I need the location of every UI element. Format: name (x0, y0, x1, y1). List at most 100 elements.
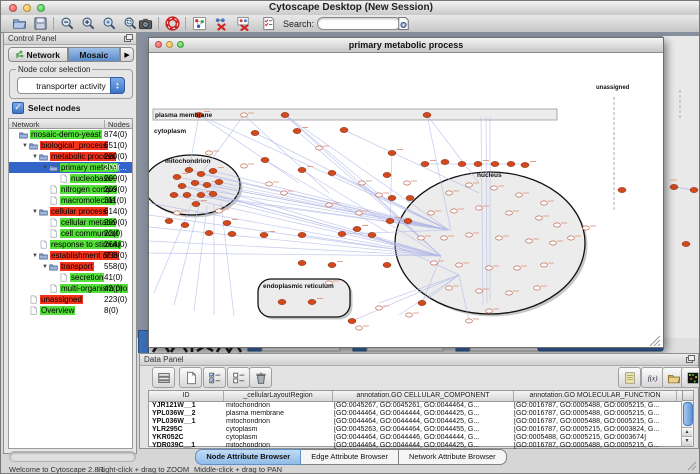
node[interactable] (241, 164, 248, 168)
node[interactable] (348, 318, 356, 323)
matrix-icon[interactable] (681, 367, 700, 388)
snapshot-camera-icon[interactable] (137, 15, 154, 31)
node[interactable] (383, 262, 391, 267)
table-row[interactable]: YKR052Ccytoplasm[GO:0044464, GO:0044446,… (149, 434, 693, 442)
tab-network[interactable]: Network (8, 47, 68, 62)
node[interactable] (536, 216, 543, 220)
unselect-attributes-icon[interactable] (227, 367, 250, 388)
table-row[interactable]: YJR121W__1mitochondrion[GO:0045267, GO:0… (149, 402, 693, 410)
node[interactable] (178, 183, 186, 188)
node[interactable] (526, 239, 533, 243)
tree-col-network[interactable]: Network (12, 120, 40, 129)
table-row[interactable]: YLR295Ccytoplasm[GO:0045263, GO:0044464,… (149, 426, 693, 434)
table-row[interactable]: YPL036W__2plasma membrane[GO:0044464, GO… (149, 410, 693, 418)
node[interactable] (423, 112, 431, 117)
expand-arrow-icon[interactable]: ▼ (31, 253, 39, 259)
tab-mosaic[interactable]: Mosaic (68, 47, 121, 62)
tree-row-metabolic-process[interactable]: ▼metabolic process280(0) (9, 151, 132, 162)
node[interactable] (496, 236, 503, 240)
tab-node-attribute-browser[interactable]: Node Attribute Browser (195, 449, 301, 465)
node[interactable] (541, 263, 548, 267)
node[interactable] (328, 170, 336, 175)
node[interactable] (173, 174, 181, 179)
node[interactable] (507, 161, 515, 166)
node[interactable] (514, 266, 521, 270)
tree-row-cellular-process[interactable]: ▼cellular process614(0) (9, 206, 132, 217)
node[interactable] (261, 157, 269, 162)
node[interactable] (506, 291, 513, 295)
tree-row-nitrogen-compo[interactable]: nitrogen compo209(0) (9, 184, 132, 195)
node[interactable] (431, 261, 438, 265)
view-resize-grip-icon[interactable] (650, 336, 660, 346)
node[interactable] (191, 180, 199, 185)
node[interactable] (486, 266, 493, 270)
node[interactable] (260, 232, 268, 237)
node[interactable] (174, 211, 181, 215)
node[interactable] (466, 183, 473, 187)
tree-row-biological-process[interactable]: ▼biological_process651(0) (9, 140, 132, 151)
tab-overflow-arrow-icon[interactable]: ▶ (120, 47, 134, 62)
expand-arrow-icon[interactable]: ▼ (31, 209, 39, 215)
node[interactable] (183, 192, 191, 197)
node[interactable] (486, 309, 493, 313)
zoom-out-icon[interactable] (59, 15, 76, 31)
node[interactable] (340, 127, 348, 132)
new-attribute-icon[interactable] (179, 367, 202, 388)
node[interactable] (421, 161, 429, 166)
node[interactable] (170, 192, 178, 197)
expand-arrow-icon[interactable]: ▼ (21, 143, 29, 149)
node[interactable] (185, 167, 193, 172)
network-view-titlebar[interactable]: primary metabolic process (149, 38, 663, 53)
node[interactable] (383, 172, 391, 177)
tree-row-unassigned[interactable]: unassigned223(0) (9, 294, 132, 305)
node[interactable] (197, 171, 205, 176)
node[interactable] (376, 193, 383, 197)
node[interactable] (388, 195, 396, 200)
column-header[interactable]: annotation.GO CELLULAR_COMPONENT (333, 391, 514, 401)
node[interactable] (338, 231, 346, 236)
table-scrollbar[interactable]: ▲ ▼ (681, 401, 693, 446)
float-panel-icon[interactable] (124, 34, 133, 42)
node[interactable] (418, 300, 426, 305)
column-options-icon[interactable] (682, 391, 693, 401)
tree-row-macromolecule[interactable]: macromolecule311(0) (9, 195, 132, 206)
formula-builder-icon[interactable]: f(x) (641, 367, 664, 388)
tab-network-attribute-browser[interactable]: Network Attribute Browser (399, 449, 507, 465)
node[interactable] (446, 286, 453, 290)
node[interactable] (298, 232, 306, 237)
tree-row-multi-organism-pro[interactable]: multi-organism pro42(0) (9, 283, 132, 294)
node[interactable] (491, 161, 499, 166)
node[interactable] (266, 182, 273, 186)
node[interactable] (554, 223, 561, 227)
tree-row-nucleobase-[interactable]: nucleobase-209(0) (9, 173, 132, 184)
node[interactable] (181, 222, 189, 227)
zoom-in-icon[interactable] (80, 15, 97, 31)
node[interactable] (206, 151, 213, 155)
tree-row-secretion[interactable]: secretion41(0) (9, 272, 132, 283)
destroy-view-icon[interactable] (235, 15, 252, 31)
tree-row-overview[interactable]: Overview8(0) (9, 305, 132, 316)
session-doc-icon[interactable] (395, 15, 412, 31)
node[interactable] (476, 206, 483, 210)
save-icon[interactable] (32, 15, 49, 31)
node[interactable] (209, 168, 217, 173)
node[interactable] (456, 263, 463, 267)
delete-attribute-icon[interactable] (249, 367, 272, 388)
node[interactable] (228, 231, 236, 236)
node[interactable] (353, 226, 361, 231)
node[interactable] (534, 286, 541, 290)
node[interactable] (223, 220, 231, 225)
node[interactable] (197, 192, 205, 197)
node[interactable] (326, 203, 333, 207)
node[interactable] (209, 191, 217, 196)
expand-arrow-icon[interactable]: ▼ (41, 165, 49, 171)
node[interactable] (298, 167, 306, 172)
node[interactable] (474, 161, 482, 166)
node[interactable] (451, 209, 458, 213)
node[interactable] (404, 218, 412, 223)
scroll-down-icon[interactable]: ▼ (682, 436, 692, 446)
node[interactable] (406, 195, 414, 200)
node[interactable] (281, 191, 288, 195)
node[interactable] (165, 218, 173, 223)
node[interactable] (216, 209, 223, 213)
